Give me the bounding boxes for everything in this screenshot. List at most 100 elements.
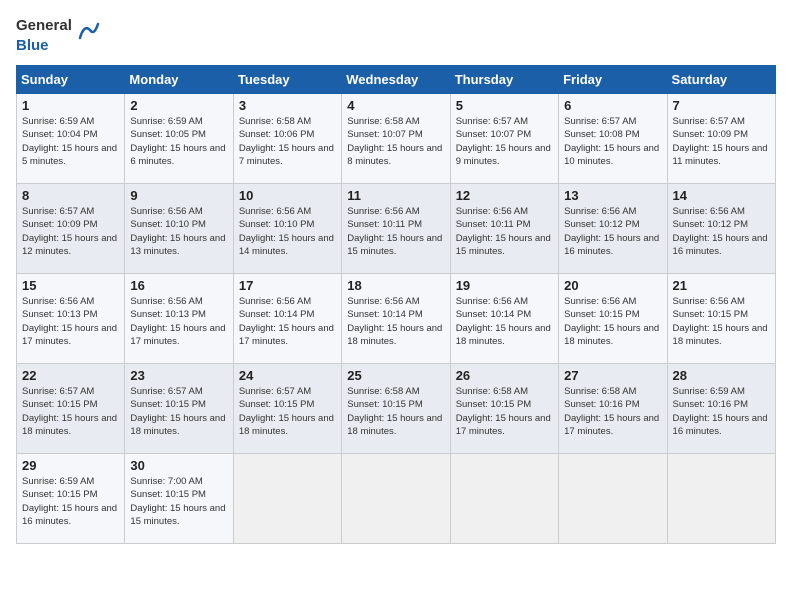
day-info: Sunrise: 6:57 AMSunset: 10:15 PMDaylight… (22, 386, 117, 437)
calendar-cell: 26 Sunrise: 6:58 AMSunset: 10:15 PMDayli… (450, 364, 558, 454)
day-number: 6 (564, 98, 661, 113)
calendar-cell: 7 Sunrise: 6:57 AMSunset: 10:09 PMDaylig… (667, 94, 775, 184)
calendar-cell (233, 454, 341, 544)
col-header-wednesday: Wednesday (342, 66, 450, 94)
day-number: 1 (22, 98, 119, 113)
calendar-cell (342, 454, 450, 544)
day-info: Sunrise: 6:56 AMSunset: 10:15 PMDaylight… (673, 296, 768, 347)
day-info: Sunrise: 6:57 AMSunset: 10:07 PMDaylight… (456, 116, 551, 167)
day-number: 19 (456, 278, 553, 293)
day-info: Sunrise: 6:58 AMSunset: 10:16 PMDaylight… (564, 386, 659, 437)
day-number: 18 (347, 278, 444, 293)
calendar-header-row: SundayMondayTuesdayWednesdayThursdayFrid… (17, 66, 776, 94)
calendar-cell: 28 Sunrise: 6:59 AMSunset: 10:16 PMDayli… (667, 364, 775, 454)
day-info: Sunrise: 6:59 AMSunset: 10:16 PMDaylight… (673, 386, 768, 437)
calendar-cell (559, 454, 667, 544)
day-info: Sunrise: 6:56 AMSunset: 10:11 PMDaylight… (456, 206, 551, 257)
calendar-cell: 27 Sunrise: 6:58 AMSunset: 10:16 PMDayli… (559, 364, 667, 454)
calendar-cell: 24 Sunrise: 6:57 AMSunset: 10:15 PMDayli… (233, 364, 341, 454)
calendar-cell: 13 Sunrise: 6:56 AMSunset: 10:12 PMDayli… (559, 184, 667, 274)
page-header: GeneralBlue (16, 16, 776, 55)
day-number: 13 (564, 188, 661, 203)
calendar-cell (450, 454, 558, 544)
day-info: Sunrise: 6:58 AMSunset: 10:07 PMDaylight… (347, 116, 442, 167)
day-info: Sunrise: 6:56 AMSunset: 10:14 PMDaylight… (456, 296, 551, 347)
calendar-week-5: 29 Sunrise: 6:59 AMSunset: 10:15 PMDayli… (17, 454, 776, 544)
day-info: Sunrise: 6:56 AMSunset: 10:13 PMDaylight… (22, 296, 117, 347)
calendar-cell: 29 Sunrise: 6:59 AMSunset: 10:15 PMDayli… (17, 454, 125, 544)
calendar-cell: 30 Sunrise: 7:00 AMSunset: 10:15 PMDayli… (125, 454, 233, 544)
day-info: Sunrise: 6:58 AMSunset: 10:15 PMDaylight… (456, 386, 551, 437)
col-header-friday: Friday (559, 66, 667, 94)
calendar-cell: 19 Sunrise: 6:56 AMSunset: 10:14 PMDayli… (450, 274, 558, 364)
day-number: 29 (22, 458, 119, 473)
col-header-tuesday: Tuesday (233, 66, 341, 94)
calendar-cell: 6 Sunrise: 6:57 AMSunset: 10:08 PMDaylig… (559, 94, 667, 184)
day-info: Sunrise: 6:56 AMSunset: 10:11 PMDaylight… (347, 206, 442, 257)
day-number: 27 (564, 368, 661, 383)
day-info: Sunrise: 6:59 AMSunset: 10:04 PMDaylight… (22, 116, 117, 167)
calendar-cell: 1 Sunrise: 6:59 AMSunset: 10:04 PMDaylig… (17, 94, 125, 184)
day-number: 22 (22, 368, 119, 383)
calendar-cell: 11 Sunrise: 6:56 AMSunset: 10:11 PMDayli… (342, 184, 450, 274)
calendar-cell: 15 Sunrise: 6:56 AMSunset: 10:13 PMDayli… (17, 274, 125, 364)
col-header-monday: Monday (125, 66, 233, 94)
col-header-thursday: Thursday (450, 66, 558, 94)
calendar-cell: 22 Sunrise: 6:57 AMSunset: 10:15 PMDayli… (17, 364, 125, 454)
calendar-cell: 17 Sunrise: 6:56 AMSunset: 10:14 PMDayli… (233, 274, 341, 364)
day-info: Sunrise: 6:56 AMSunset: 10:14 PMDaylight… (347, 296, 442, 347)
day-number: 16 (130, 278, 227, 293)
day-info: Sunrise: 6:56 AMSunset: 10:10 PMDaylight… (239, 206, 334, 257)
logo: GeneralBlue (16, 16, 100, 55)
day-number: 10 (239, 188, 336, 203)
day-info: Sunrise: 6:58 AMSunset: 10:06 PMDaylight… (239, 116, 334, 167)
day-number: 30 (130, 458, 227, 473)
calendar-cell: 14 Sunrise: 6:56 AMSunset: 10:12 PMDayli… (667, 184, 775, 274)
day-info: Sunrise: 6:57 AMSunset: 10:09 PMDaylight… (673, 116, 768, 167)
calendar-cell (667, 454, 775, 544)
calendar-week-1: 1 Sunrise: 6:59 AMSunset: 10:04 PMDaylig… (17, 94, 776, 184)
day-number: 15 (22, 278, 119, 293)
calendar-cell: 23 Sunrise: 6:57 AMSunset: 10:15 PMDayli… (125, 364, 233, 454)
calendar-cell: 25 Sunrise: 6:58 AMSunset: 10:15 PMDayli… (342, 364, 450, 454)
calendar-cell: 16 Sunrise: 6:56 AMSunset: 10:13 PMDayli… (125, 274, 233, 364)
day-number: 11 (347, 188, 444, 203)
logo-wave-icon (78, 22, 100, 40)
logo-text-block: GeneralBlue (16, 16, 72, 55)
calendar-week-4: 22 Sunrise: 6:57 AMSunset: 10:15 PMDayli… (17, 364, 776, 454)
calendar-week-2: 8 Sunrise: 6:57 AMSunset: 10:09 PMDaylig… (17, 184, 776, 274)
day-number: 5 (456, 98, 553, 113)
day-number: 26 (456, 368, 553, 383)
day-number: 17 (239, 278, 336, 293)
calendar-cell: 21 Sunrise: 6:56 AMSunset: 10:15 PMDayli… (667, 274, 775, 364)
calendar-week-3: 15 Sunrise: 6:56 AMSunset: 10:13 PMDayli… (17, 274, 776, 364)
day-info: Sunrise: 6:57 AMSunset: 10:15 PMDaylight… (239, 386, 334, 437)
calendar-table: SundayMondayTuesdayWednesdayThursdayFrid… (16, 65, 776, 544)
day-info: Sunrise: 6:57 AMSunset: 10:15 PMDaylight… (130, 386, 225, 437)
calendar-cell: 20 Sunrise: 6:56 AMSunset: 10:15 PMDayli… (559, 274, 667, 364)
day-number: 4 (347, 98, 444, 113)
calendar-cell: 18 Sunrise: 6:56 AMSunset: 10:14 PMDayli… (342, 274, 450, 364)
day-info: Sunrise: 6:59 AMSunset: 10:15 PMDaylight… (22, 476, 117, 527)
day-number: 2 (130, 98, 227, 113)
calendar-cell: 3 Sunrise: 6:58 AMSunset: 10:06 PMDaylig… (233, 94, 341, 184)
day-info: Sunrise: 6:58 AMSunset: 10:15 PMDaylight… (347, 386, 442, 437)
day-number: 8 (22, 188, 119, 203)
calendar-cell: 9 Sunrise: 6:56 AMSunset: 10:10 PMDaylig… (125, 184, 233, 274)
day-info: Sunrise: 6:56 AMSunset: 10:12 PMDaylight… (673, 206, 768, 257)
calendar-cell: 12 Sunrise: 6:56 AMSunset: 10:11 PMDayli… (450, 184, 558, 274)
day-info: Sunrise: 6:56 AMSunset: 10:13 PMDaylight… (130, 296, 225, 347)
day-number: 3 (239, 98, 336, 113)
calendar-cell: 2 Sunrise: 6:59 AMSunset: 10:05 PMDaylig… (125, 94, 233, 184)
day-number: 20 (564, 278, 661, 293)
day-number: 9 (130, 188, 227, 203)
day-info: Sunrise: 6:59 AMSunset: 10:05 PMDaylight… (130, 116, 225, 167)
calendar-cell: 4 Sunrise: 6:58 AMSunset: 10:07 PMDaylig… (342, 94, 450, 184)
calendar-cell: 10 Sunrise: 6:56 AMSunset: 10:10 PMDayli… (233, 184, 341, 274)
day-number: 24 (239, 368, 336, 383)
day-info: Sunrise: 6:56 AMSunset: 10:14 PMDaylight… (239, 296, 334, 347)
day-info: Sunrise: 6:56 AMSunset: 10:10 PMDaylight… (130, 206, 225, 257)
day-number: 21 (673, 278, 770, 293)
calendar-cell: 5 Sunrise: 6:57 AMSunset: 10:07 PMDaylig… (450, 94, 558, 184)
day-number: 7 (673, 98, 770, 113)
